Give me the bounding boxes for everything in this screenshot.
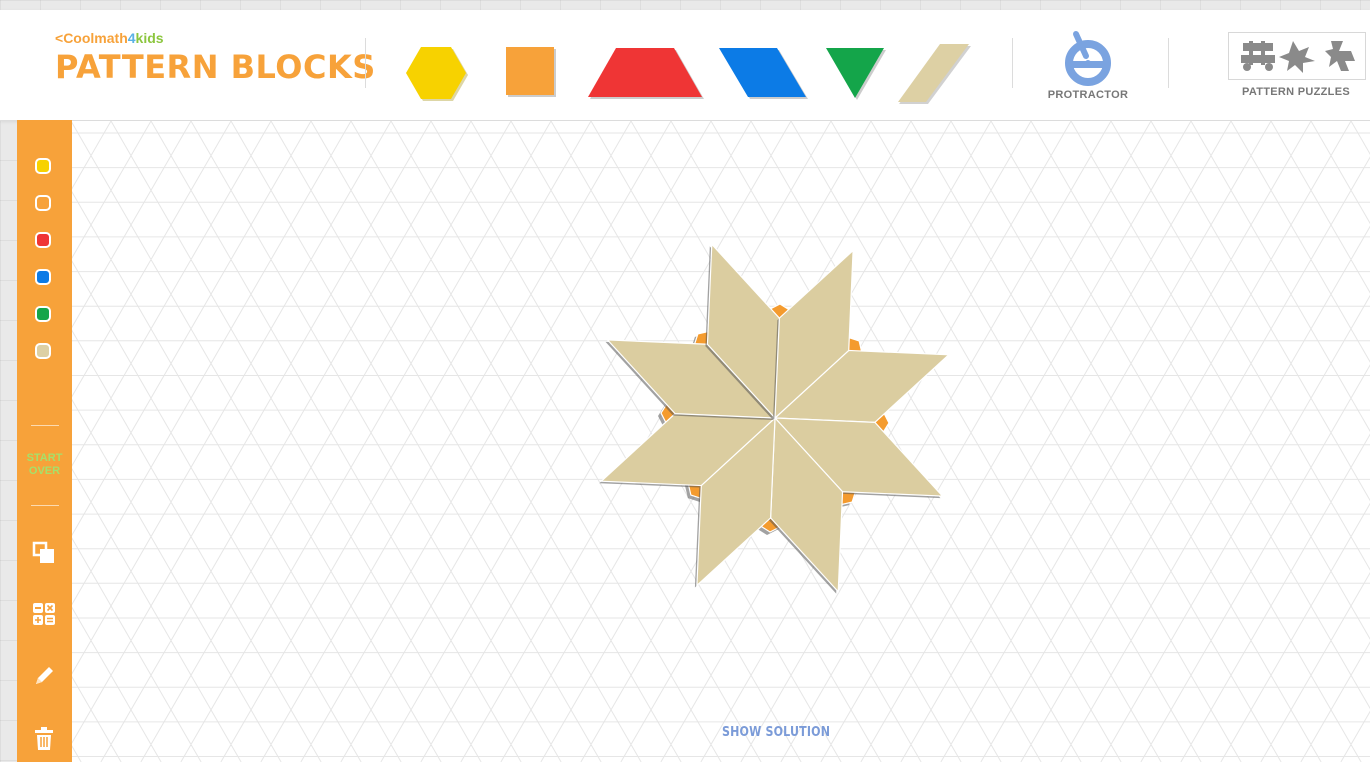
pattern-puzzles-label: PATTERN PUZZLES	[1242, 86, 1350, 98]
coolmath4kids-back-link[interactable]: <Coolmath4kids	[55, 30, 376, 46]
duplicate-icon[interactable]	[31, 540, 57, 566]
blue-rhombus-block-button[interactable]	[718, 47, 808, 101]
puzzle-silhouettes-icon	[1241, 41, 1355, 73]
back-chevron-icon: <	[55, 30, 64, 46]
app-title: PATTERN BLOCKS	[55, 48, 376, 86]
brand-name-part1: Coolmath	[63, 30, 128, 46]
workspace-canvas[interactable]: SHOW SOLUTION	[72, 121, 1370, 762]
divider	[1168, 38, 1169, 88]
top-toolbar: <Coolmath4kids PATTERN BLOCKS PROTRACTOR…	[0, 10, 1370, 121]
shape-palette	[400, 35, 980, 110]
tan-rhombus-block-button[interactable]	[898, 43, 972, 105]
divider	[31, 505, 59, 506]
start-over-line2: OVER	[28, 465, 61, 477]
color-swatch-blue[interactable]	[35, 269, 51, 285]
logo: <Coolmath4kids PATTERN BLOCKS	[55, 30, 376, 86]
calculator-icon[interactable]	[31, 601, 57, 627]
start-over-line1: START	[26, 452, 63, 464]
brand-name-part2: 4	[127, 30, 136, 46]
block-pattern	[599, 242, 951, 594]
protractor-button[interactable]: PROTRACTOR	[1040, 28, 1136, 101]
divider	[31, 425, 59, 426]
start-over-button[interactable]: START OVER	[19, 452, 70, 478]
hexagon-block-button[interactable]	[405, 45, 469, 103]
show-solution-button[interactable]: SHOW SOLUTION	[722, 725, 830, 740]
pattern-puzzles-button[interactable]: PATTERN PUZZLES	[1228, 32, 1370, 98]
color-swatch-red[interactable]	[35, 232, 51, 248]
trash-icon[interactable]	[31, 726, 57, 752]
trapezoid-block-button[interactable]	[588, 47, 704, 101]
divider	[365, 38, 366, 88]
left-sidebar: START OVER	[17, 120, 72, 762]
color-swatch-tan[interactable]	[35, 343, 51, 359]
color-swatch-green[interactable]	[35, 306, 51, 322]
color-swatch-yellow[interactable]	[35, 158, 51, 174]
pattern-puzzles-thumbnail	[1228, 32, 1366, 80]
brand-name-part3: kids	[135, 30, 164, 46]
square-block-button[interactable]	[504, 45, 558, 99]
divider	[1012, 38, 1013, 88]
triangle-block-button[interactable]	[825, 47, 887, 101]
protractor-label: PROTRACTOR	[1047, 89, 1129, 101]
protractor-icon	[1065, 31, 1111, 86]
color-swatch-orange[interactable]	[35, 195, 51, 211]
pencil-icon[interactable]	[31, 663, 57, 689]
